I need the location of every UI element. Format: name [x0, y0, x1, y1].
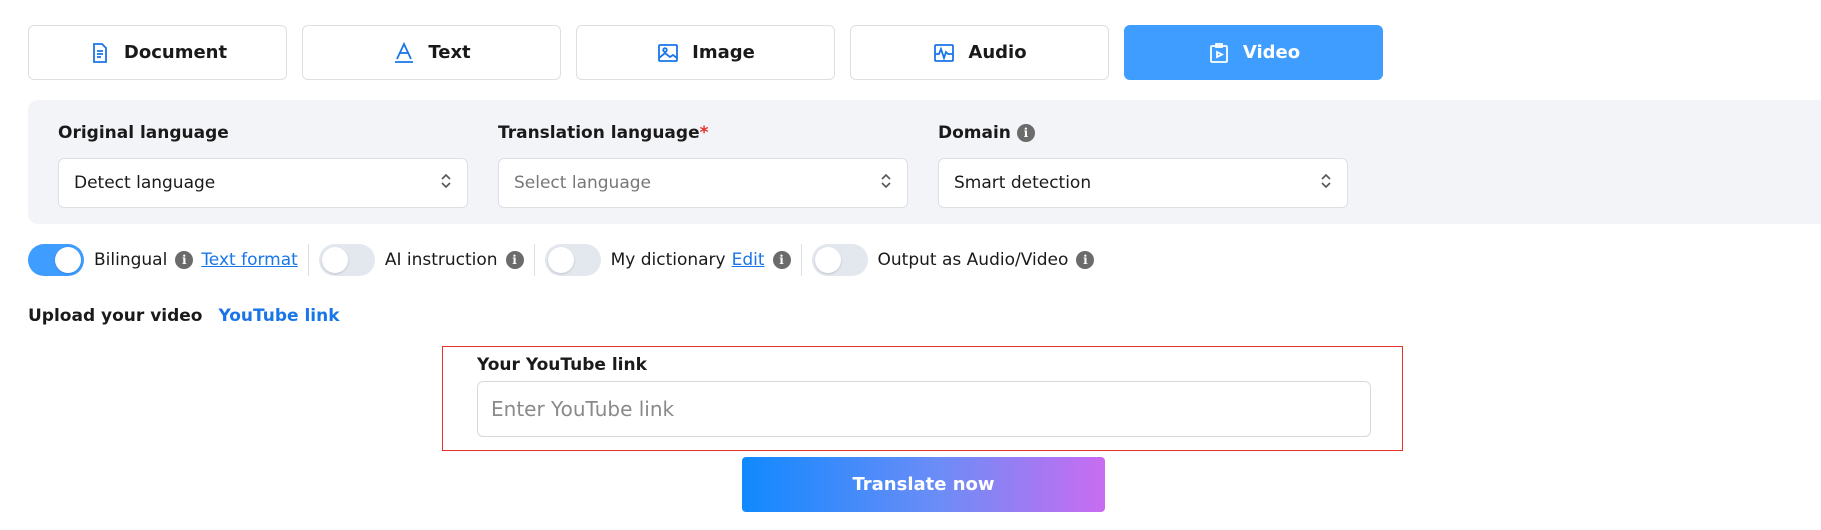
domain-value: Smart detection — [954, 173, 1092, 193]
video-icon — [1207, 41, 1231, 65]
required-mark: * — [699, 123, 709, 143]
info-icon[interactable]: i — [772, 251, 791, 269]
tab-label: Text — [428, 42, 471, 63]
chevron-up-down-icon — [439, 172, 453, 195]
options-row: Bilingual i Text format AI instruction i… — [28, 244, 1095, 276]
audio-icon — [932, 41, 956, 65]
upload-source-tabs: Upload your video YouTube link — [28, 306, 340, 326]
my-dictionary-label: My dictionary — [610, 250, 726, 270]
tab-label: Document — [123, 42, 228, 63]
translation-language-field: Translation language* Select language — [498, 122, 908, 208]
text-icon — [392, 41, 416, 65]
domain-label: Domain i — [938, 122, 1348, 144]
translation-language-select[interactable]: Select language — [498, 158, 908, 208]
ai-instruction-label: AI instruction — [384, 250, 498, 270]
output-audio-video-label: Output as Audio/Video — [877, 250, 1069, 270]
my-dictionary-toggle[interactable] — [544, 244, 601, 276]
divider — [800, 244, 802, 276]
bilingual-toggle[interactable] — [28, 244, 84, 276]
domain-label-text: Domain — [938, 123, 1011, 143]
chevron-up-down-icon — [879, 172, 893, 195]
document-icon — [88, 41, 112, 65]
tab-video[interactable]: Video — [1124, 25, 1383, 80]
output-audio-video-toggle[interactable] — [811, 244, 868, 276]
tab-audio[interactable]: Audio — [850, 25, 1109, 80]
toggle-knob — [321, 247, 348, 273]
youtube-link-section: Your YouTube link — [442, 346, 1403, 451]
content-type-tabs: Document Text Image Audio Video — [28, 25, 1383, 80]
domain-field: Domain i Smart detection — [938, 122, 1348, 208]
tab-label: Audio — [968, 42, 1027, 63]
translation-language-placeholder: Select language — [514, 173, 651, 193]
info-icon[interactable]: i — [1016, 124, 1035, 142]
original-language-label: Original language — [58, 122, 468, 144]
toggle-knob — [814, 247, 841, 273]
tab-label: Video — [1242, 42, 1301, 63]
tab-text[interactable]: Text — [302, 25, 561, 80]
original-language-label-text: Original language — [58, 123, 229, 143]
translation-language-label: Translation language* — [498, 122, 908, 144]
youtube-link-label: Your YouTube link — [477, 355, 647, 375]
original-language-select[interactable]: Detect language — [58, 158, 468, 208]
info-icon[interactable]: i — [175, 251, 194, 269]
divider — [307, 244, 309, 276]
tab-label: Image — [692, 42, 755, 63]
youtube-link-input[interactable] — [477, 381, 1371, 437]
ai-instruction-toggle[interactable] — [318, 244, 375, 276]
toggle-knob — [55, 247, 81, 273]
youtube-link-tab[interactable]: YouTube link — [219, 306, 340, 326]
text-format-link[interactable]: Text format — [201, 250, 298, 270]
translate-now-button[interactable]: Translate now — [742, 457, 1105, 512]
info-icon[interactable]: i — [1076, 251, 1095, 269]
original-language-value: Detect language — [74, 173, 216, 193]
upload-video-tab[interactable]: Upload your video — [28, 306, 203, 326]
tab-image[interactable]: Image — [576, 25, 835, 80]
language-settings-panel: Original language Detect language Transl… — [28, 100, 1821, 224]
translation-language-label-text: Translation language — [498, 123, 700, 143]
edit-dictionary-link[interactable]: Edit — [732, 250, 765, 270]
bilingual-label: Bilingual — [94, 250, 168, 270]
info-icon[interactable]: i — [505, 251, 524, 269]
toggle-knob — [547, 247, 574, 273]
divider — [533, 244, 535, 276]
domain-select[interactable]: Smart detection — [938, 158, 1348, 208]
image-icon — [656, 41, 680, 65]
tab-document[interactable]: Document — [28, 25, 287, 80]
chevron-up-down-icon — [1319, 172, 1333, 195]
original-language-field: Original language Detect language — [58, 122, 468, 208]
